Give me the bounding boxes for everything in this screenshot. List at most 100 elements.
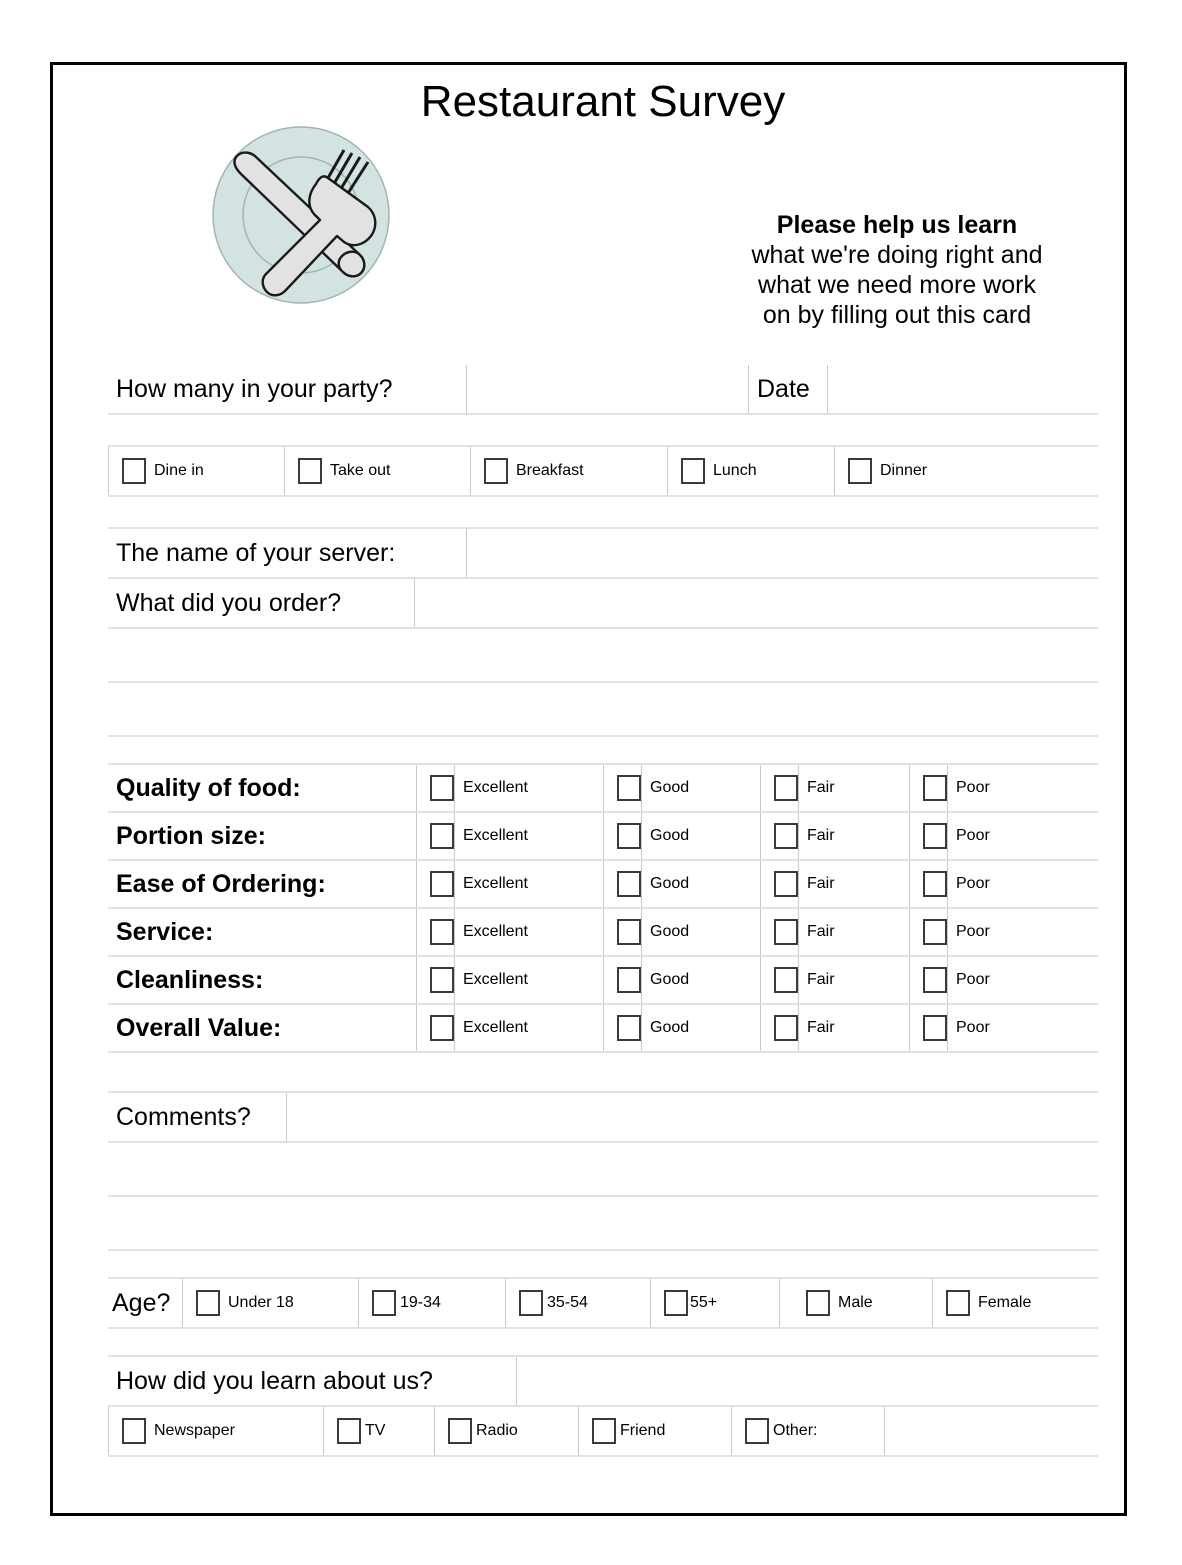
checkbox-poor[interactable] bbox=[923, 967, 947, 993]
rating-option-good[interactable]: Good bbox=[604, 909, 760, 955]
order-write-line-2[interactable] bbox=[108, 683, 1098, 735]
checkbox-excellent[interactable] bbox=[430, 919, 454, 945]
visit-type-option-dinner[interactable]: Dinner bbox=[835, 447, 1098, 495]
checkbox-under-18[interactable] bbox=[196, 1290, 220, 1316]
checkbox-other[interactable] bbox=[745, 1418, 769, 1444]
checkbox-radio[interactable] bbox=[448, 1418, 472, 1444]
rating-option-excellent[interactable]: Excellent bbox=[417, 957, 603, 1003]
party-size-label: How many in your party? bbox=[116, 374, 393, 403]
table-row: Ease of Ordering: Excellent Good Fair Po… bbox=[108, 861, 1098, 907]
rating-option-good[interactable]: Good bbox=[604, 813, 760, 859]
visit-type-option-dine-in[interactable]: Dine in bbox=[109, 447, 284, 495]
checkbox-friend[interactable] bbox=[592, 1418, 616, 1444]
checkbox-excellent[interactable] bbox=[430, 871, 454, 897]
checkbox-lunch[interactable] bbox=[681, 458, 705, 484]
referral-option-friend[interactable]: Friend bbox=[579, 1407, 731, 1455]
checkbox-fair[interactable] bbox=[774, 823, 798, 849]
referral-option-newspaper[interactable]: Newspaper bbox=[109, 1407, 323, 1455]
rating-option-excellent[interactable]: Excellent bbox=[417, 813, 603, 859]
date-input[interactable] bbox=[828, 365, 1098, 413]
rating-option-fair[interactable]: Fair bbox=[761, 909, 909, 955]
rating-option-good[interactable]: Good bbox=[604, 1005, 760, 1051]
visit-type-row: Dine in Take out Breakfast Lunch Dinner bbox=[108, 447, 1098, 495]
page-title: Restaurant Survey bbox=[420, 77, 786, 126]
rating-option-fair[interactable]: Fair bbox=[761, 1005, 909, 1051]
visit-type-label: Dinner bbox=[880, 462, 928, 479]
rating-option-poor[interactable]: Poor bbox=[910, 765, 1100, 811]
rating-option-label: Poor bbox=[956, 779, 990, 796]
age-option-35-54[interactable]: 35-54 bbox=[506, 1279, 650, 1327]
checkbox-good[interactable] bbox=[617, 967, 641, 993]
referral-option-radio[interactable]: Radio bbox=[435, 1407, 578, 1455]
checkbox-good[interactable] bbox=[617, 919, 641, 945]
checkbox-poor[interactable] bbox=[923, 919, 947, 945]
referral-answer-input[interactable] bbox=[517, 1357, 1098, 1405]
checkbox-good[interactable] bbox=[617, 1015, 641, 1041]
checkbox-excellent[interactable] bbox=[430, 1015, 454, 1041]
rating-option-poor[interactable]: Poor bbox=[910, 813, 1100, 859]
checkbox-excellent[interactable] bbox=[430, 823, 454, 849]
referral-option-tv[interactable]: TV bbox=[324, 1407, 434, 1455]
rating-option-poor[interactable]: Poor bbox=[910, 1005, 1100, 1051]
checkbox-good[interactable] bbox=[617, 823, 641, 849]
age-option-55-plus[interactable]: 55+ bbox=[651, 1279, 779, 1327]
rating-option-good[interactable]: Good bbox=[604, 861, 760, 907]
rating-option-poor[interactable]: Poor bbox=[910, 861, 1100, 907]
server-name-input[interactable] bbox=[467, 529, 1098, 577]
rating-option-excellent[interactable]: Excellent bbox=[417, 1005, 603, 1051]
checkbox-poor[interactable] bbox=[923, 775, 947, 801]
checkbox-male[interactable] bbox=[806, 1290, 830, 1316]
comments-write-line-1[interactable] bbox=[108, 1143, 1098, 1195]
checkbox-55-plus[interactable] bbox=[664, 1290, 688, 1316]
rating-option-poor[interactable]: Poor bbox=[910, 957, 1100, 1003]
rating-option-fair[interactable]: Fair bbox=[761, 957, 909, 1003]
rating-option-fair[interactable]: Fair bbox=[761, 813, 909, 859]
referral-option-other[interactable]: Other: bbox=[732, 1407, 884, 1455]
checkbox-take-out[interactable] bbox=[298, 458, 322, 484]
checkbox-fair[interactable] bbox=[774, 1015, 798, 1041]
checkbox-excellent[interactable] bbox=[430, 775, 454, 801]
rating-option-fair[interactable]: Fair bbox=[761, 861, 909, 907]
party-size-input[interactable] bbox=[467, 365, 748, 413]
rating-option-poor[interactable]: Poor bbox=[910, 909, 1100, 955]
server-name-label: The name of your server: bbox=[116, 538, 396, 567]
checkbox-fair[interactable] bbox=[774, 919, 798, 945]
visit-type-option-lunch[interactable]: Lunch bbox=[668, 447, 834, 495]
checkbox-fair[interactable] bbox=[774, 967, 798, 993]
referral-other-input[interactable] bbox=[885, 1407, 1098, 1455]
visit-type-option-breakfast[interactable]: Breakfast bbox=[471, 447, 667, 495]
checkbox-poor[interactable] bbox=[923, 823, 947, 849]
checkbox-good[interactable] bbox=[617, 775, 641, 801]
checkbox-fair[interactable] bbox=[774, 775, 798, 801]
checkbox-dine-in[interactable] bbox=[122, 458, 146, 484]
rating-option-excellent[interactable]: Excellent bbox=[417, 909, 603, 955]
checkbox-dinner[interactable] bbox=[848, 458, 872, 484]
referral-option-label: Newspaper bbox=[154, 1422, 235, 1439]
checkbox-tv[interactable] bbox=[337, 1418, 361, 1444]
visit-type-option-take-out[interactable]: Take out bbox=[285, 447, 470, 495]
checkbox-good[interactable] bbox=[617, 871, 641, 897]
comments-write-line-2[interactable] bbox=[108, 1197, 1098, 1249]
order-input[interactable] bbox=[415, 579, 1098, 627]
checkbox-breakfast[interactable] bbox=[484, 458, 508, 484]
checkbox-excellent[interactable] bbox=[430, 967, 454, 993]
checkbox-19-34[interactable] bbox=[372, 1290, 396, 1316]
rating-option-good[interactable]: Good bbox=[604, 765, 760, 811]
checkbox-newspaper[interactable] bbox=[122, 1418, 146, 1444]
order-write-line-1[interactable] bbox=[108, 629, 1098, 681]
rating-option-excellent[interactable]: Excellent bbox=[417, 861, 603, 907]
age-option-19-34[interactable]: 19-34 bbox=[359, 1279, 505, 1327]
gender-option-male[interactable]: Male bbox=[780, 1279, 932, 1327]
rating-option-fair[interactable]: Fair bbox=[761, 765, 909, 811]
checkbox-35-54[interactable] bbox=[519, 1290, 543, 1316]
gender-option-female[interactable]: Female bbox=[933, 1279, 1098, 1327]
checkbox-female[interactable] bbox=[946, 1290, 970, 1316]
checkbox-poor[interactable] bbox=[923, 1015, 947, 1041]
checkbox-fair[interactable] bbox=[774, 871, 798, 897]
rating-option-excellent[interactable]: Excellent bbox=[417, 765, 603, 811]
checkbox-poor[interactable] bbox=[923, 871, 947, 897]
rating-option-good[interactable]: Good bbox=[604, 957, 760, 1003]
comments-input[interactable] bbox=[287, 1093, 1098, 1141]
age-option-under-18[interactable]: Under 18 bbox=[183, 1279, 358, 1327]
